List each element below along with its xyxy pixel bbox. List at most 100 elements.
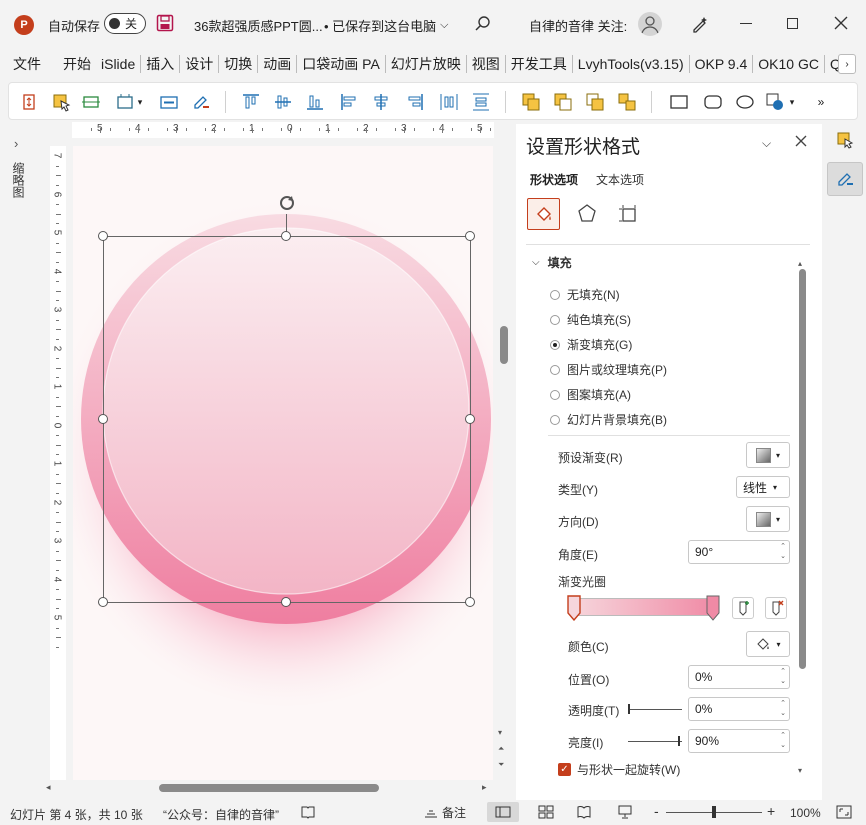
resize-handle-bottom-left[interactable] <box>98 597 108 607</box>
notes-button[interactable]: 备注 <box>423 804 466 821</box>
close-pane-icon[interactable] <box>794 134 808 148</box>
tab-animations[interactable]: 动画 <box>258 50 296 78</box>
align-top-icon[interactable] <box>239 90 263 114</box>
tab-design[interactable]: 设计 <box>180 50 218 78</box>
scroll-left-arrow-icon[interactable]: ◂ <box>46 782 51 793</box>
tab-text-options[interactable]: 文本选项 <box>596 171 644 188</box>
select-shape-icon[interactable] <box>49 90 73 114</box>
align-middle-icon[interactable] <box>271 90 295 114</box>
rotate-handle-icon[interactable] <box>277 193 297 213</box>
rounded-rectangle-icon[interactable] <box>701 90 725 114</box>
resize-handle-right[interactable] <box>465 414 475 424</box>
horizontal-scrollbar[interactable]: ◂ ▸ <box>44 780 494 796</box>
accessibility-book-icon[interactable] <box>300 805 316 819</box>
fragment-shapes-icon[interactable] <box>583 90 607 114</box>
tab-lvyhtools[interactable]: LvyhTools(v3.15) <box>573 50 689 78</box>
autosave-toggle[interactable]: 关 <box>104 13 146 34</box>
slide-sorter-view-icon[interactable] <box>538 805 554 819</box>
designer-pen-icon[interactable] <box>690 14 710 34</box>
direction-dropdown[interactable]: ▾ <box>746 506 790 532</box>
fill-section-header[interactable]: ⌵ 填充 <box>532 254 572 271</box>
color-dropdown[interactable]: ▾ <box>746 631 790 657</box>
thumbnail-label[interactable]: 缩略图 <box>11 162 27 198</box>
brightness-spinner[interactable]: 90% ⌃ ⌄ <box>688 729 790 753</box>
radio-button[interactable] <box>550 289 560 300</box>
align-left-icon[interactable] <box>337 90 361 114</box>
tab-file[interactable]: 文件 <box>8 50 46 78</box>
radio-button[interactable] <box>550 414 560 425</box>
resize-handle-top-right[interactable] <box>465 231 475 241</box>
fill-option-none[interactable]: 无填充(N) <box>550 286 620 303</box>
add-gradient-stop-icon[interactable] <box>732 597 754 619</box>
radio-button-selected[interactable] <box>550 339 560 350</box>
union-shapes-icon[interactable] <box>519 90 543 114</box>
zoom-level[interactable]: 100% <box>790 806 821 820</box>
select-shape-pane-icon[interactable] <box>835 130 855 150</box>
avatar-icon[interactable] <box>638 12 662 36</box>
distribute-vertical-icon[interactable] <box>469 90 493 114</box>
distribute-horizontal-icon[interactable] <box>437 90 461 114</box>
save-status[interactable]: • 已保存到这台电脑 ⌵ <box>324 16 449 35</box>
account-name[interactable]: 自律的音律 关注: <box>529 16 627 35</box>
save-icon[interactable] <box>156 14 174 32</box>
gradient-stop-handle[interactable] <box>706 595 720 621</box>
gradient-stops-bar[interactable] <box>571 598 717 616</box>
radio-button[interactable] <box>550 364 560 375</box>
scroll-thumb[interactable] <box>159 784 379 792</box>
dropdown-arrow-icon[interactable]: ▾ <box>787 90 797 114</box>
resize-handle-bottom-right[interactable] <box>465 597 475 607</box>
vertical-scrollbar[interactable]: ▾ ⏶ ⏷ <box>496 146 512 780</box>
author-note[interactable]: “公众号：自律的音律” <box>163 806 279 823</box>
tab-ok10[interactable]: OK10 GC <box>753 50 824 78</box>
resize-handle-top-left[interactable] <box>98 231 108 241</box>
document-filename[interactable]: 36款超强质感PPT圆... <box>194 16 323 35</box>
tab-transitions[interactable]: 切换 <box>219 50 257 78</box>
expand-thumbnails-icon[interactable]: › <box>14 136 18 151</box>
combine-shapes-icon[interactable] <box>551 90 575 114</box>
tab-home[interactable]: 开始 <box>58 50 96 78</box>
fill-option-slide-background[interactable]: 幻灯片背景填充(B) <box>550 411 667 428</box>
fill-option-pattern[interactable]: 图案填充(A) <box>550 386 631 403</box>
slideshow-view-icon[interactable] <box>617 805 633 819</box>
tab-scroll-right-icon[interactable]: › <box>838 54 856 74</box>
align-bottom-icon[interactable] <box>303 90 327 114</box>
tab-developer[interactable]: 开发工具 <box>506 50 572 78</box>
fill-option-picture[interactable]: 图片或纹理填充(P) <box>550 361 667 378</box>
spinner-arrows-icon[interactable]: ⌃ ⌄ <box>780 542 786 562</box>
close-window-icon[interactable] <box>832 14 850 32</box>
align-right-icon[interactable] <box>403 90 427 114</box>
pane-scroll-up-icon[interactable]: ▴ <box>798 259 802 268</box>
position-spinner[interactable]: 0% ⌃ ⌄ <box>688 665 790 689</box>
transparency-spinner[interactable]: 0% ⌃ ⌄ <box>688 697 790 721</box>
tab-view[interactable]: 视图 <box>467 50 505 78</box>
text-box-icon[interactable] <box>157 90 181 114</box>
scroll-right-arrow-icon[interactable]: ▸ <box>482 782 487 793</box>
radio-button[interactable] <box>550 389 560 400</box>
reading-view-icon[interactable] <box>576 805 592 819</box>
effects-pentagon-icon[interactable] <box>576 203 598 225</box>
tab-slideshow[interactable]: 幻灯片放映 <box>386 50 466 78</box>
search-icon[interactable] <box>474 15 492 33</box>
pane-scroll-thumb[interactable] <box>799 269 806 669</box>
fill-line-icon[interactable] <box>527 198 560 230</box>
checkbox-checked-icon[interactable]: ✓ <box>558 763 571 776</box>
tab-shape-options[interactable]: 形状选项 <box>530 171 578 188</box>
minimize-icon[interactable] <box>740 23 752 24</box>
normal-view-button[interactable] <box>487 802 519 822</box>
transparency-slider[interactable] <box>628 709 682 710</box>
slide-canvas[interactable] <box>73 146 493 780</box>
next-slide-icon[interactable]: ⏷ <box>498 760 504 770</box>
pane-scroll-down-icon[interactable]: ▾ <box>798 766 802 775</box>
transparency-slider-thumb[interactable] <box>628 704 630 714</box>
align-center-icon[interactable] <box>369 90 393 114</box>
preset-gradient-dropdown[interactable]: ▾ <box>746 442 790 468</box>
tab-islide[interactable]: iSlide <box>96 50 140 78</box>
frame-icon[interactable] <box>113 90 137 114</box>
spinner-arrows-icon[interactable]: ⌃ ⌄ <box>780 731 786 751</box>
pane-options-chevron-icon[interactable]: ⌵ <box>762 136 771 151</box>
resize-handle-left[interactable] <box>98 414 108 424</box>
scroll-thumb[interactable] <box>500 326 508 364</box>
previous-slide-icon[interactable]: ⏶ <box>498 744 504 754</box>
more-tools-icon[interactable]: » <box>809 90 833 114</box>
rectangle-icon[interactable] <box>667 90 691 114</box>
